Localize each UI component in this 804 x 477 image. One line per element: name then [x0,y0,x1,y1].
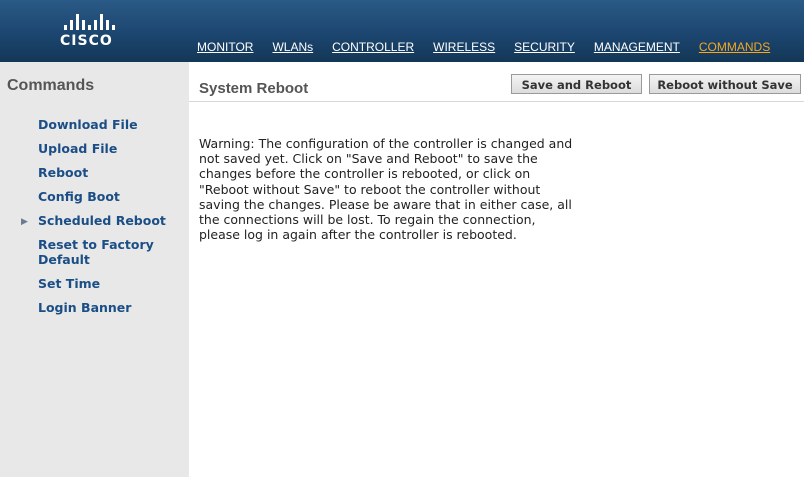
save-and-reboot-button[interactable]: Save and Reboot [511,74,642,94]
nav-wireless[interactable]: WIRELESS [433,40,495,54]
sidebar: Commands Download File Upload File Reboo… [0,62,189,477]
sidebar-item-scheduled-reboot[interactable]: ▶ Scheduled Reboot [0,213,189,228]
top-nav: MONITOR WLANs CONTROLLER WIRELESS SECURI… [197,40,770,54]
sidebar-item-reboot[interactable]: Reboot [0,165,189,180]
reboot-without-save-button[interactable]: Reboot without Save [649,74,801,94]
nav-monitor[interactable]: MONITOR [197,40,253,54]
nav-security[interactable]: SECURITY [514,40,575,54]
warning-message: Warning: The configuration of the contro… [199,136,573,243]
nav-management[interactable]: MANAGEMENT [594,40,680,54]
cisco-bridge-logo-icon [64,14,150,30]
sidebar-item-upload-file[interactable]: Upload File [0,141,189,156]
page-title: System Reboot [199,80,309,97]
nav-commands[interactable]: COMMANDS [699,40,770,54]
expand-arrow-icon[interactable]: ▶ [21,215,28,230]
sidebar-item-config-boot[interactable]: Config Boot [0,189,189,204]
sidebar-title: Commands [7,77,95,94]
sidebar-item-set-time[interactable]: Set Time [0,276,189,291]
top-header-bar: CISCO MONITOR WLANs CONTROLLER WIRELESS … [0,0,804,62]
cisco-logo[interactable]: CISCO [60,14,150,54]
sidebar-menu: Download File Upload File Reboot Config … [0,117,189,324]
sidebar-item-login-banner[interactable]: Login Banner [0,300,189,315]
cisco-logo-text: CISCO [60,33,113,49]
sidebar-item-reset-to-factory-default[interactable]: Reset to Factory Default [0,237,189,267]
nav-wlans[interactable]: WLANs [272,40,313,54]
sidebar-item-label: Scheduled Reboot [38,213,166,228]
sidebar-item-download-file[interactable]: Download File [0,117,189,132]
title-divider [189,101,804,102]
nav-controller[interactable]: CONTROLLER [332,40,414,54]
